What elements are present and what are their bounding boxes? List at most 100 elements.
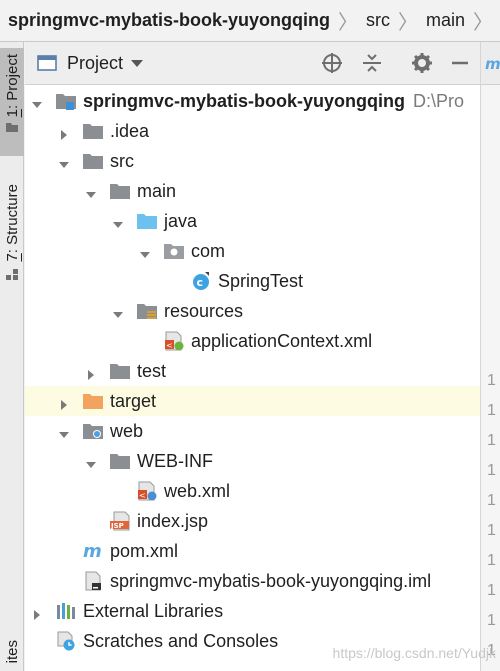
tree-row[interactable]: WEB-INF	[25, 446, 480, 476]
tree-item-text: WEB-INF	[137, 451, 213, 471]
chevron-down-icon[interactable]	[85, 185, 97, 198]
tree-item-text: java	[164, 211, 198, 231]
collapse-all-icon	[363, 54, 381, 72]
tree-row[interactable]: target	[25, 386, 480, 416]
chevron-down-icon	[131, 59, 144, 67]
hide-panel-button[interactable]	[448, 51, 472, 75]
tree-row[interactable]: External Libraries	[25, 596, 480, 626]
tree-item-text: Scratches and Consoles	[83, 631, 279, 651]
tree-item-label: springmvc-mybatis-book-yuyongqing D:\Pro	[83, 90, 464, 112]
tree-row[interactable]: springmvc-mybatis-book-yuyongqing D:\Pro	[25, 86, 480, 116]
tree-row[interactable]: < web.xml	[25, 476, 480, 506]
tree-item-label: resources	[164, 300, 243, 322]
breadcrumb-separator-icon: 〉	[338, 12, 359, 34]
breadcrumb-main[interactable]: main	[426, 10, 465, 31]
chevron-down-icon[interactable]	[85, 455, 97, 468]
project-panel-header: Project	[25, 42, 480, 85]
tree-item-label: test	[137, 360, 166, 382]
spring-xml-icon: <	[163, 331, 185, 351]
chevron-down-icon[interactable]	[112, 305, 124, 318]
tree-row[interactable]: < applicationContext.xml	[25, 326, 480, 356]
tree-row[interactable]: m pom.xml	[25, 536, 480, 566]
tree-item-text: target	[110, 391, 157, 411]
svg-text:c: c	[197, 276, 204, 289]
tree-row[interactable]: c SpringTest	[25, 266, 480, 296]
tree-item-label: springmvc-mybatis-book-yuyongqing.iml	[110, 570, 431, 592]
minimize-icon	[452, 61, 468, 65]
collapse-all-button[interactable]	[360, 51, 384, 75]
project-view-selector[interactable]: Project	[37, 52, 144, 74]
left-tool-stripe: 1: Project 7: Structure ites	[0, 42, 24, 671]
tree-item-text: src	[110, 151, 134, 171]
tree-item-text: web	[110, 421, 144, 441]
tree-item-label: main	[137, 180, 176, 202]
tree-item-text: web.xml	[164, 481, 231, 501]
tree-item-text: External Libraries	[83, 601, 224, 621]
tree-row[interactable]: main	[25, 176, 480, 206]
libraries-icon	[55, 601, 77, 621]
tree-row[interactable]: springmvc-mybatis-book-yuyongqing.iml	[25, 566, 480, 596]
tree-row[interactable]: java	[25, 206, 480, 236]
chevron-down-icon[interactable]	[139, 245, 151, 258]
folder-icon	[109, 361, 131, 381]
settings-button[interactable]	[410, 51, 434, 75]
iml-file-icon	[82, 571, 104, 591]
locate-button[interactable]	[320, 51, 344, 75]
tree-item-label: com	[191, 240, 225, 262]
tree-row[interactable]: .idea	[25, 116, 480, 146]
favorites-tool-button[interactable]: ites	[0, 640, 24, 671]
project-panel: Project springmvc-mybatis-book-yuyongqin…	[25, 42, 480, 671]
tree-row[interactable]: resources	[25, 296, 480, 326]
editor-tab-strip: m	[481, 42, 500, 85]
chevron-right-icon[interactable]	[58, 125, 70, 140]
resources-folder-icon	[136, 301, 158, 321]
tree-item-text: pom.xml	[110, 541, 179, 561]
tree-item-text: SpringTest	[218, 271, 304, 291]
line-number: 1	[487, 402, 496, 419]
web-xml-icon: <	[136, 481, 158, 501]
tree-item-label: index.jsp	[137, 510, 208, 532]
chevron-right-icon[interactable]	[85, 365, 97, 380]
project-panel-title: Project	[67, 52, 124, 73]
chevron-right-icon[interactable]	[31, 605, 43, 620]
structure-tool-button[interactable]: 7: Structure	[0, 184, 24, 304]
chevron-down-icon[interactable]	[58, 155, 70, 168]
watermark: https://blog.csdn.net/Yudjk	[332, 645, 496, 661]
svg-text:m: m	[485, 55, 500, 73]
crosshair-icon	[322, 53, 342, 73]
maven-tab-icon[interactable]: m	[483, 54, 500, 74]
chevron-down-icon[interactable]	[112, 215, 124, 228]
tree-item-text: springmvc-mybatis-book-yuyongqing.iml	[110, 571, 432, 591]
tree-item-label: pom.xml	[110, 540, 178, 562]
folder-icon	[109, 181, 131, 201]
package-icon	[163, 241, 185, 261]
tree-item-label: src	[110, 150, 134, 172]
line-number: 1	[487, 432, 496, 449]
tree-row[interactable]: JSP index.jsp	[25, 506, 480, 536]
tree-item-text: main	[137, 181, 177, 201]
svg-text:m: m	[83, 541, 102, 561]
tree-item-label: WEB-INF	[137, 450, 213, 472]
tree-row[interactable]: web	[25, 416, 480, 446]
source-folder-icon	[136, 211, 158, 231]
tree-item-text: springmvc-mybatis-book-yuyongqing	[83, 91, 406, 111]
breadcrumb-src[interactable]: src	[366, 10, 390, 31]
chevron-down-icon[interactable]	[31, 95, 43, 108]
svg-text:<: <	[139, 491, 146, 500]
project-tool-button[interactable]: 1: Project	[0, 48, 24, 156]
chevron-right-icon[interactable]	[58, 395, 70, 410]
folder-icon	[82, 151, 104, 171]
tree-item-label: Scratches and Consoles	[83, 630, 278, 652]
breadcrumb-project[interactable]: springmvc-mybatis-book-yuyongqing	[8, 10, 330, 31]
favorites-tool-label: ites	[3, 640, 21, 664]
excluded-folder-icon	[82, 391, 104, 411]
breadcrumb: springmvc-mybatis-book-yuyongqing 〉 src …	[0, 0, 500, 42]
web-folder-icon	[82, 421, 104, 441]
breadcrumb-separator-icon: 〉	[473, 12, 494, 34]
tree-row[interactable]: com	[25, 236, 480, 266]
chevron-down-icon[interactable]	[58, 425, 70, 438]
folder-icon	[82, 121, 104, 141]
tree-row[interactable]: test	[25, 356, 480, 386]
tree-row[interactable]: src	[25, 146, 480, 176]
maven-icon: m	[82, 541, 104, 562]
